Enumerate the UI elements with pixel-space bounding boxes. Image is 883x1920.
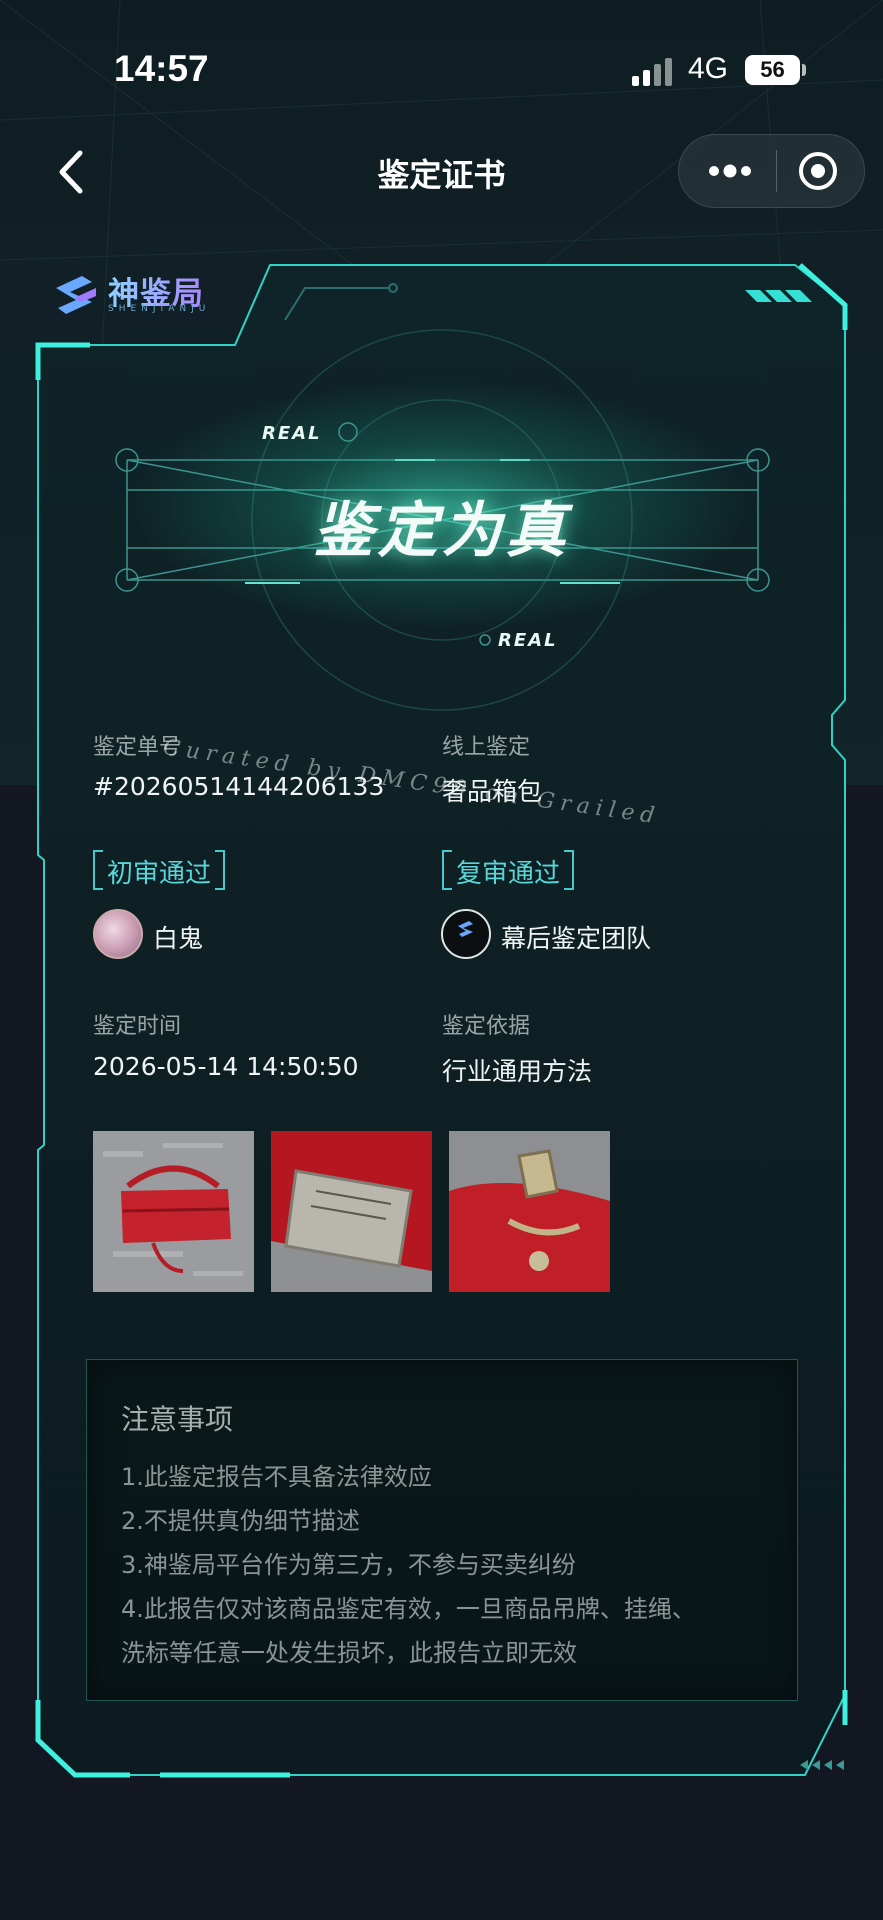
notice-title: 注意事项 [121,1403,234,1436]
real-tag-top: REAL [262,423,322,444]
buckle-detail-photo[interactable] [449,1131,610,1292]
notice-item: 1.此鉴定报告不具备法律效应 [121,1463,432,1491]
basis-value: 行业通用方法 [442,1057,593,1086]
team-logo-icon [458,921,473,937]
notice-item: 2.不提供真伪细节描述 [121,1507,360,1535]
logo-plate-photo[interactable] [271,1131,432,1292]
notice-item: 洗标等任意一处发生损坏，此报告立即无效 [121,1639,577,1667]
red-handbag-photo[interactable] [93,1131,254,1292]
logo-subtitle: SHENJIANJU [108,304,211,314]
reviewer-avatar [93,909,143,959]
first-reviewer-name: 白鬼 [153,924,204,953]
time-value: 2026-05-14 14:50:50 [93,1052,359,1081]
first-review-badge: 初审通过 [92,850,226,890]
notice-item: 3.神鉴局平台作为第三方，不参与买卖纠纷 [121,1551,576,1579]
second-reviewer-name: 幕后鉴定团队 [501,924,652,953]
second-review-badge: 复审通过 [441,850,575,890]
time-label: 鉴定时间 [93,1014,182,1039]
real-tag-bottom: REAL [498,630,558,651]
basis-label: 鉴定依据 [442,1014,531,1039]
notice-item: 4.此报告仅对该商品鉴定有效，一旦商品吊牌、挂绳、 [121,1595,696,1623]
verdict-text: 鉴定为真 [313,496,570,566]
method-label: 线上鉴定 [442,735,531,760]
